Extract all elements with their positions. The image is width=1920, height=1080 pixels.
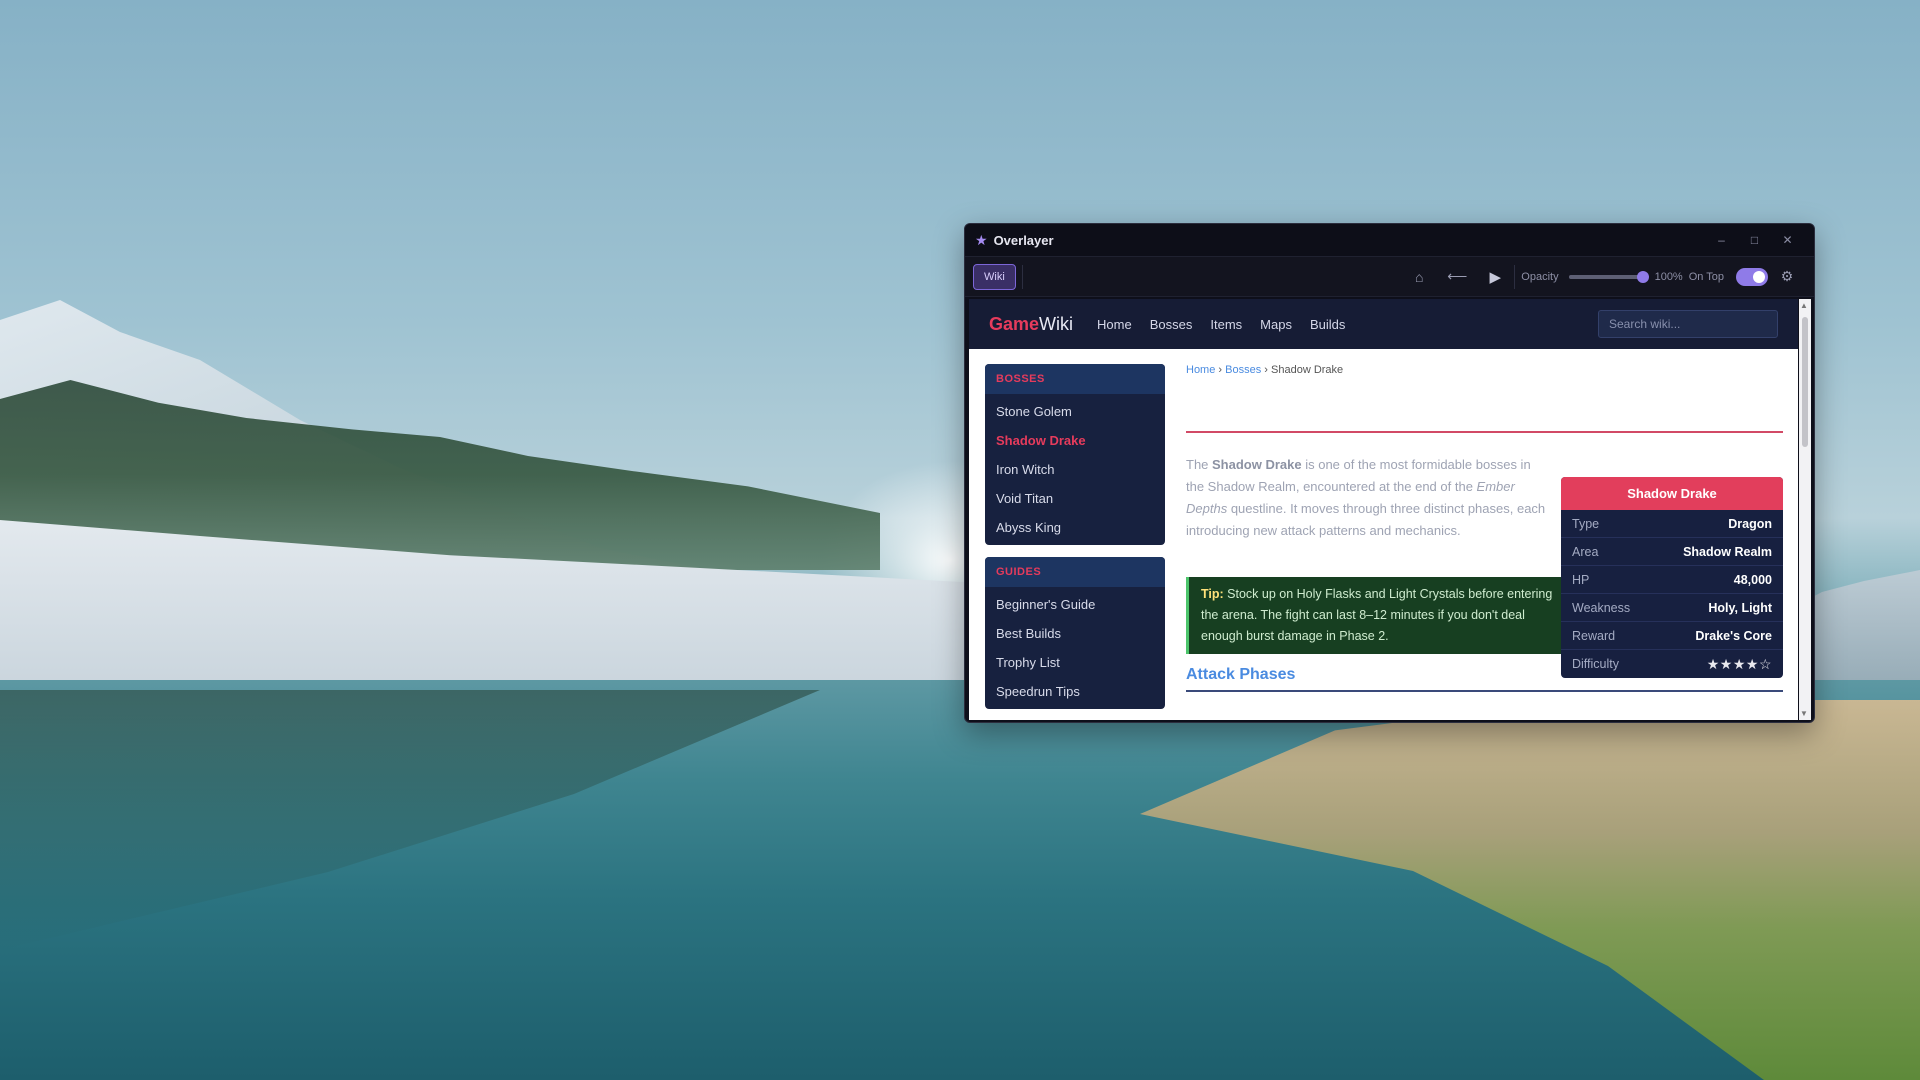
sidebar-item-best-builds[interactable]: Best Builds [985,620,1165,649]
section-heading-attack-phases: Attack Phases [1186,666,1296,683]
opacity-label: Opacity [1521,270,1559,283]
scrollbar-thumb[interactable] [1802,317,1808,447]
infobox-row: Weakness Holy, Light [1561,594,1783,622]
page-scrollbar[interactable]: ▲ ▼ [1799,299,1811,720]
infobox-row: Type Dragon [1561,510,1783,538]
sidebar-item-speedrun-tips[interactable]: Speedrun Tips [985,678,1165,707]
on-top-label: On Top [1688,270,1724,283]
play-icon[interactable]: ▶ [1476,268,1514,286]
breadcrumb-current: Shadow Drake [1271,364,1344,376]
opacity-slider-fill [1568,274,1645,279]
opacity-slider[interactable] [1568,270,1649,283]
window-title: Overlayer [993,232,1054,248]
toolbar: Wiki ⌂ ⟵ ▶ Opacity 100% On Top ⚙ [965,256,1814,297]
overlayer-window: ★ Overlayer – □ ✕ Wiki ⌂ ⟵ ▶ Opacity 100… [964,223,1815,723]
guides-heading: GUIDES [985,557,1165,587]
tip-text: Stock up on Holy Flasks and Light Crysta… [1201,587,1553,643]
wiki-logo[interactable]: GameWiki [989,314,1073,335]
nav-builds[interactable]: Builds [1310,317,1345,332]
sidebar-item-trophy-list[interactable]: Trophy List [985,649,1165,678]
section-divider [1186,690,1783,692]
boss-name-bold: Shadow Drake [1212,457,1302,472]
infobox-title: Shadow Drake [1561,477,1783,510]
maximize-button[interactable]: □ [1738,233,1771,247]
wiki-tab-button[interactable]: Wiki [973,263,1016,290]
breadcrumb-bosses[interactable]: Bosses [1225,364,1261,376]
scroll-up-icon[interactable]: ▲ [1800,301,1808,310]
star-icon: ★ [975,231,988,248]
infobox-row: Reward Drake's Core [1561,622,1783,650]
sidebar-item-stone-golem[interactable]: Stone Golem [985,398,1165,427]
toolbar-divider [1514,264,1516,289]
title-divider [1186,431,1783,433]
minimize-button[interactable]: – [1705,233,1738,247]
close-button[interactable]: ✕ [1771,233,1804,247]
sidebar-item-void-titan[interactable]: Void Titan [985,485,1165,514]
breadcrumb-home[interactable]: Home [1186,364,1215,376]
infobox-row: Area Shadow Realm [1561,538,1783,566]
wiki-navbar: GameWiki Home Bosses Items Maps Builds [969,299,1798,349]
title-bar[interactable]: ★ Overlayer – □ ✕ [965,224,1814,256]
difficulty-stars: ★★★★☆ [1706,655,1772,672]
sidebar-item-shadow-drake[interactable]: Shadow Drake [985,427,1165,456]
on-top-toggle[interactable] [1736,267,1768,286]
breadcrumb-separator: › [1264,364,1268,376]
home-icon[interactable]: ⌂ [1400,269,1438,285]
bosses-heading: BOSSES [985,364,1165,394]
gear-icon[interactable]: ⚙ [1768,268,1806,285]
wiki-sidebar: BOSSES Stone Golem Shadow Drake Iron Wit… [985,364,1165,720]
nav-bosses[interactable]: Bosses [1150,317,1193,332]
boss-infobox: Shadow Drake Type Dragon Area Shadow Realm… [1561,477,1783,678]
bosses-panel: BOSSES Stone Golem Shadow Drake Iron Wit… [985,364,1165,545]
breadcrumb: Home › Bosses › Shadow Drake [1186,364,1783,376]
breadcrumb-separator: › [1218,364,1223,376]
wiki-page: GameWiki Home Bosses Items Maps Builds B… [969,299,1798,720]
article: Home › Bosses › Shadow Drake The Shadow … [1186,364,1783,692]
sidebar-item-abyss-king[interactable]: Abyss King [985,514,1165,543]
back-arrow-icon[interactable]: ⟵ [1438,268,1476,285]
intro-paragraph: The Shadow Drake is one of the most form… [1186,457,1546,538]
nav-maps[interactable]: Maps [1260,317,1292,332]
guides-panel: GUIDES Beginner's Guide Best Builds Trop… [985,557,1165,709]
tip-callout: Tip: Stock up on Holy Flasks and Light C… [1186,577,1566,654]
infobox-row: HP 48,000 [1561,566,1783,594]
tip-label: Tip: [1201,587,1224,601]
toggle-knob [1753,270,1765,283]
opacity-value: 100% [1654,270,1683,283]
toolbar-divider [1021,264,1023,289]
sidebar-item-beginners-guide[interactable]: Beginner's Guide [985,591,1165,620]
opacity-slider-handle[interactable] [1636,270,1649,283]
nav-home[interactable]: Home [1097,317,1132,332]
wiki-search-input[interactable] [1598,310,1778,338]
infobox-row-difficulty: Difficulty ★★★★☆ [1572,655,1772,672]
nav-items[interactable]: Items [1210,317,1242,332]
sidebar-item-iron-witch[interactable]: Iron Witch [985,456,1165,485]
scroll-down-icon[interactable]: ▼ [1800,709,1808,718]
